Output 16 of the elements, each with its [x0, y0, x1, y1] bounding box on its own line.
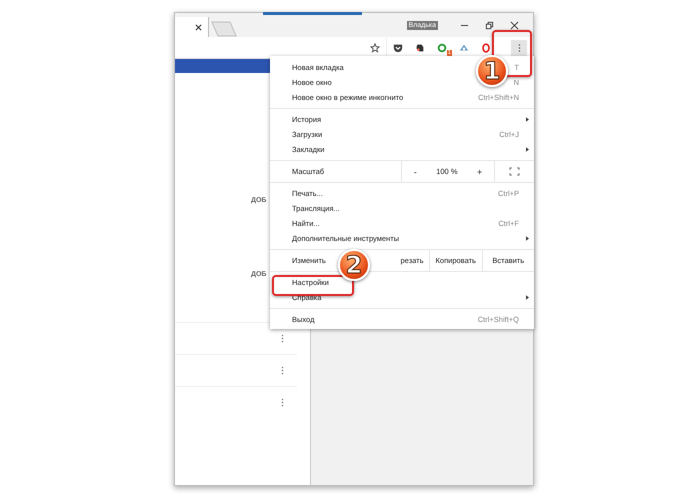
- star-icon[interactable]: [370, 42, 380, 52]
- more-icon[interactable]: [281, 398, 284, 407]
- menu-icon: [518, 42, 520, 52]
- more-icon[interactable]: [281, 334, 284, 343]
- more-icon[interactable]: [281, 366, 284, 375]
- restore-icon[interactable]: [485, 20, 494, 30]
- zoom-in-button[interactable]: +: [472, 166, 486, 176]
- ring-icon[interactable]: [437, 42, 447, 52]
- fullscreen-icon: [509, 167, 520, 176]
- browser-tab[interactable]: [175, 17, 209, 37]
- zoom-out-button[interactable]: -: [410, 166, 421, 176]
- close-icon[interactable]: [510, 20, 519, 30]
- opera-icon[interactable]: [481, 42, 491, 52]
- elephant-icon[interactable]: [415, 42, 425, 52]
- close-icon[interactable]: [195, 24, 202, 30]
- pocket-icon[interactable]: [393, 42, 403, 52]
